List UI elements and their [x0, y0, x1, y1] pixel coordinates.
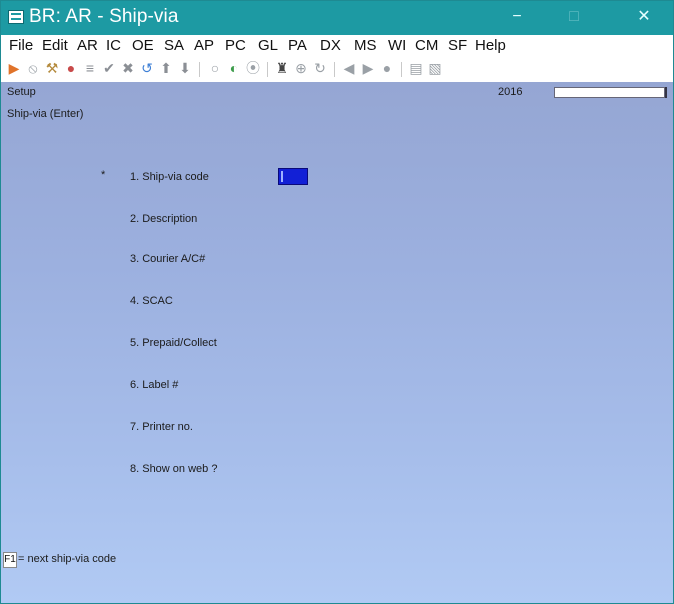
title-bar: BR: AR - Ship-via − □ ✕ [1, 1, 673, 35]
menu-help[interactable]: Help [475, 37, 506, 54]
field-label-ship-via-code: 1. Ship-via code [130, 171, 209, 183]
form-area: Setup 2016 Ship-via (Enter) * 1. Ship-vi… [1, 82, 673, 603]
menu-sf[interactable]: SF [448, 37, 467, 54]
field-label-courier-account: 3. Courier A/C# [130, 253, 206, 265]
run-icon[interactable]: ▶ [6, 60, 22, 76]
globe-icon[interactable]: ● [63, 60, 79, 76]
required-asterisk: * [101, 169, 106, 181]
toolbar-separator [267, 62, 268, 77]
footer-hint: = next ship-via code [18, 553, 117, 565]
mode-label: Ship-via (Enter) [7, 108, 84, 120]
binoculars-icon[interactable]: ♜ [274, 60, 290, 76]
undo-icon[interactable]: ↺ [139, 60, 155, 76]
menu-edit[interactable]: Edit [42, 37, 68, 54]
maximize-button[interactable]: □ [551, 1, 597, 35]
field-label-prepaid-collect: 5. Prepaid/Collect [130, 337, 217, 349]
next-icon[interactable]: ▶ [360, 60, 376, 76]
application-window: BR: AR - Ship-via − □ ✕ File Edit AR IC … [0, 0, 674, 604]
year-input[interactable] [554, 87, 667, 98]
field-label-label-number: 6. Label # [130, 379, 179, 391]
prev-icon[interactable]: ◀ [341, 60, 357, 76]
menu-file[interactable]: File [9, 37, 33, 54]
toolbar-separator [199, 62, 200, 77]
delete-icon[interactable]: ✖ [120, 60, 136, 76]
stop-icon[interactable]: ⦿ [245, 60, 261, 76]
zoom-icon[interactable]: ⊕ [293, 60, 309, 76]
field-label-printer-no: 7. Printer no. [130, 421, 193, 433]
fiscal-year: 2016 [498, 86, 523, 98]
f1-key[interactable]: F1 [3, 552, 17, 568]
menu-ap[interactable]: AP [194, 37, 214, 54]
field-label-scac: 4. SCAC [130, 295, 173, 307]
menu-pa[interactable]: PA [288, 37, 307, 54]
minimize-button[interactable]: − [494, 1, 540, 35]
arrow-up-icon[interactable]: ⬆ [158, 60, 174, 76]
app-icon [8, 10, 24, 24]
circle-icon[interactable]: ○ [207, 60, 223, 76]
menu-ic[interactable]: IC [106, 37, 121, 54]
field-label-description: 2. Description [130, 213, 198, 225]
window-title: BR: AR - Ship-via [29, 6, 179, 27]
record-icon[interactable]: ● [379, 60, 395, 76]
menu-bar: File Edit AR IC OE SA AP PC GL PA DX MS … [1, 35, 673, 57]
toolbar: ▶ ⦸ ⚒ ● ≡ ✔ ✖ ↺ ⬆ ⬇ ○ ◐ ⦿ ♜ ⊕ ↻ ◀ ▶ ● ▤ … [1, 57, 673, 82]
ship-via-code-input[interactable] [278, 168, 308, 185]
menu-wi[interactable]: WI [388, 37, 406, 54]
toolbar-separator [401, 62, 402, 77]
menu-oe[interactable]: OE [132, 37, 154, 54]
menu-ar[interactable]: AR [77, 37, 98, 54]
arrow-down-icon[interactable]: ⬇ [177, 60, 193, 76]
check-icon[interactable]: ✔ [101, 60, 117, 76]
field-label-show-on-web: 8. Show on web ? [130, 463, 218, 475]
screen-section-label: Setup [7, 86, 36, 98]
save-icon[interactable]: ▤ [408, 60, 424, 76]
export-icon[interactable]: ▧ [427, 60, 443, 76]
cancel-icon[interactable]: ⦸ [25, 60, 41, 76]
menu-sa[interactable]: SA [164, 37, 184, 54]
tools-icon[interactable]: ⚒ [44, 60, 60, 76]
menu-gl[interactable]: GL [258, 37, 278, 54]
refresh-icon[interactable]: ◐ [226, 60, 242, 76]
close-button[interactable]: ✕ [621, 1, 667, 35]
toolbar-separator [334, 62, 335, 77]
menu-ms[interactable]: MS [354, 37, 377, 54]
menu-pc[interactable]: PC [225, 37, 246, 54]
reload-icon[interactable]: ↻ [312, 60, 328, 76]
menu-dx[interactable]: DX [320, 37, 341, 54]
menu-cm[interactable]: CM [415, 37, 438, 54]
list-icon[interactable]: ≡ [82, 60, 98, 76]
